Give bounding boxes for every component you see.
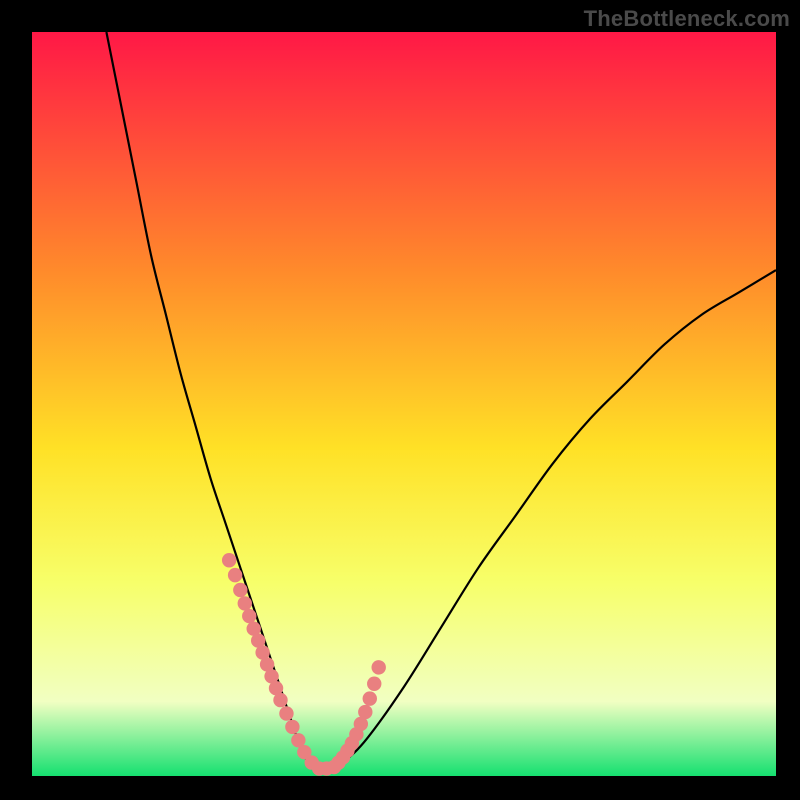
bottleneck-chart bbox=[32, 32, 776, 776]
plot-area bbox=[32, 32, 776, 776]
marker-dot bbox=[279, 706, 293, 720]
marker-dot bbox=[238, 596, 252, 610]
marker-dot bbox=[228, 568, 242, 582]
marker-dot bbox=[363, 691, 377, 705]
marker-dot bbox=[358, 705, 372, 719]
marker-dot bbox=[222, 553, 236, 567]
marker-dot bbox=[372, 660, 386, 674]
marker-dot bbox=[285, 720, 299, 734]
marker-dot bbox=[233, 583, 247, 597]
chart-frame: TheBottleneck.com bbox=[0, 0, 800, 800]
marker-dot bbox=[367, 677, 381, 691]
watermark-text: TheBottleneck.com bbox=[584, 6, 790, 32]
gradient-background bbox=[32, 32, 776, 776]
marker-dot bbox=[273, 693, 287, 707]
marker-dot bbox=[242, 609, 256, 623]
